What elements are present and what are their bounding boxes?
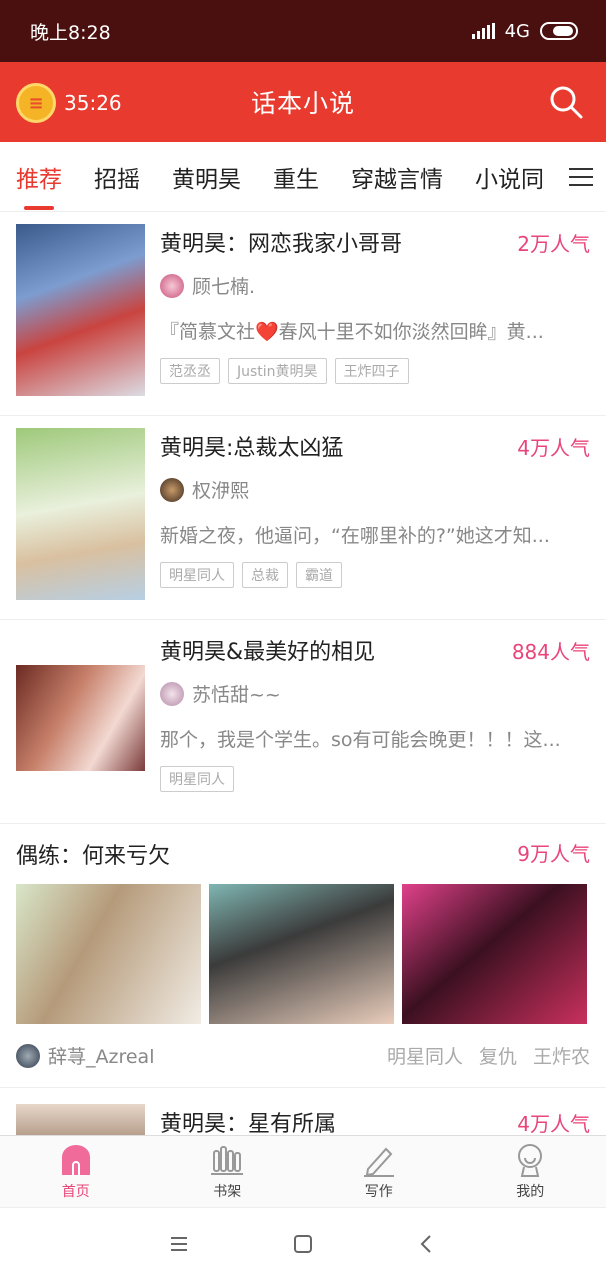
author-name[interactable]: 权洢熙 bbox=[192, 476, 249, 503]
author-avatar bbox=[16, 1043, 40, 1068]
book-description: 『简慕文社❤️春风十里不如你淡然回眸』黄... bbox=[160, 321, 544, 343]
book-item[interactable]: 黄明昊&最美好的相见 884人气 苏恬甜~~ 那个，我是个学生。so有可能会晚更… bbox=[0, 620, 606, 824]
featured-image[interactable] bbox=[402, 884, 587, 1024]
nav-home[interactable]: 首页 bbox=[0, 1136, 152, 1207]
featured-image[interactable] bbox=[16, 884, 201, 1024]
featured-image[interactable] bbox=[209, 884, 394, 1024]
tab-huangminghao[interactable]: 黄明昊 bbox=[172, 160, 241, 194]
nav-label: 书架 bbox=[213, 1183, 242, 1200]
battery-icon bbox=[540, 22, 578, 40]
book-title[interactable]: 黄明昊：网恋我家小哥哥 bbox=[160, 226, 402, 258]
book-cover[interactable] bbox=[16, 665, 145, 771]
author-name[interactable]: 辞荨_Azreal bbox=[48, 1042, 154, 1069]
book-tag[interactable]: 霸道 bbox=[296, 562, 342, 588]
book-description: 那个，我是个学生。so有可能会晚更！！！这... bbox=[160, 729, 561, 751]
book-description: 新婚之夜，他逼问，“在哪里补的?”她这才知... bbox=[160, 525, 550, 547]
home-button-icon[interactable] bbox=[291, 1232, 315, 1256]
book-title[interactable]: 黄明昊&最美好的相见 bbox=[160, 634, 375, 666]
featured-book[interactable]: 偶练：何来亏欠 9万人气 辞荨_Azreal 明星同人 复仇 王炸农 bbox=[0, 824, 606, 1088]
author-avatar bbox=[160, 681, 184, 706]
category-tabs: 推荐 招摇 黄明昊 重生 穿越言情 小说同 bbox=[0, 142, 606, 212]
author-name[interactable]: 苏恬甜~~ bbox=[192, 680, 281, 707]
popularity: 884人气 bbox=[511, 639, 590, 664]
book-cover[interactable] bbox=[16, 428, 145, 600]
tab-time-travel[interactable]: 穿越言情 bbox=[351, 160, 443, 194]
book-tag[interactable]: 王炸农 bbox=[533, 1042, 590, 1069]
network-type: 4G bbox=[504, 20, 530, 42]
pen-icon bbox=[363, 1147, 394, 1177]
book-tag[interactable]: 总裁 bbox=[242, 562, 288, 588]
book-item[interactable]: 黄明昊：网恋我家小哥哥 2万人气 顾七楠. 『简慕文社❤️春风十里不如你淡然回眸… bbox=[0, 212, 606, 416]
nav-label: 写作 bbox=[364, 1183, 393, 1200]
status-time: 晚上8:28 bbox=[30, 21, 111, 44]
popularity: 2万人气 bbox=[517, 231, 590, 256]
book-cover[interactable] bbox=[16, 224, 145, 396]
popularity: 9万人气 bbox=[517, 842, 590, 866]
nav-write[interactable]: 写作 bbox=[303, 1136, 455, 1207]
reading-timer[interactable]: ≡ 35:26 bbox=[16, 83, 122, 123]
tab-rebirth[interactable]: 重生 bbox=[273, 160, 319, 194]
nav-bookshelf[interactable]: 书架 bbox=[152, 1136, 304, 1207]
book-title[interactable]: 黄明昊:总裁太凶猛 bbox=[160, 430, 343, 462]
search-icon[interactable] bbox=[548, 84, 584, 120]
timer-text: 35:26 bbox=[64, 91, 122, 115]
home-icon bbox=[61, 1144, 90, 1175]
system-nav-bar bbox=[0, 1207, 606, 1280]
book-tag[interactable]: 复仇 bbox=[479, 1042, 517, 1069]
author-name[interactable]: 顾七楠. bbox=[192, 272, 255, 299]
tab-zhaoyao[interactable]: 招摇 bbox=[94, 160, 140, 194]
tab-recommend[interactable]: 推荐 bbox=[16, 160, 62, 210]
coin-icon: ≡ bbox=[16, 83, 56, 123]
author-avatar bbox=[160, 273, 184, 298]
nav-label: 我的 bbox=[516, 1183, 545, 1200]
popularity: 4万人气 bbox=[517, 1111, 590, 1136]
book-item[interactable]: 黄明昊:总裁太凶猛 4万人气 权洢熙 新婚之夜，他逼问，“在哪里补的?”她这才知… bbox=[0, 416, 606, 620]
author-avatar bbox=[160, 477, 184, 502]
nav-profile[interactable]: 我的 bbox=[455, 1136, 606, 1207]
menu-icon bbox=[569, 168, 593, 186]
book-tag[interactable]: 王炸四子 bbox=[334, 358, 409, 384]
tab-menu-button[interactable] bbox=[556, 142, 606, 211]
book-tag[interactable]: 明星同人 bbox=[160, 562, 234, 588]
profile-icon bbox=[518, 1143, 543, 1177]
tab-fanfic[interactable]: 小说同 bbox=[475, 160, 544, 194]
nav-label: 首页 bbox=[61, 1183, 90, 1200]
book-title[interactable]: 黄明昊：星有所属 bbox=[160, 1106, 336, 1138]
book-tag[interactable]: 明星同人 bbox=[160, 766, 234, 792]
back-icon[interactable] bbox=[415, 1232, 439, 1256]
book-tag[interactable]: 明星同人 bbox=[387, 1042, 463, 1069]
book-title[interactable]: 偶练：何来亏欠 bbox=[16, 838, 170, 870]
book-tag[interactable]: 范丞丞 bbox=[160, 358, 220, 384]
signal-icon bbox=[471, 23, 495, 39]
book-item[interactable]: 黄明昊：星有所属 4万人气 bbox=[0, 1088, 606, 1140]
status-bar: 晚上8:28 4G bbox=[0, 0, 606, 62]
book-tag[interactable]: Justin黄明昊 bbox=[228, 358, 327, 384]
bottom-nav: 首页 书架 写作 我的 bbox=[0, 1135, 606, 1207]
bookshelf-icon bbox=[211, 1145, 244, 1175]
app-header: ≡ 35:26 话本小说 bbox=[0, 62, 606, 142]
recents-icon[interactable] bbox=[167, 1232, 191, 1256]
popularity: 4万人气 bbox=[517, 435, 590, 460]
